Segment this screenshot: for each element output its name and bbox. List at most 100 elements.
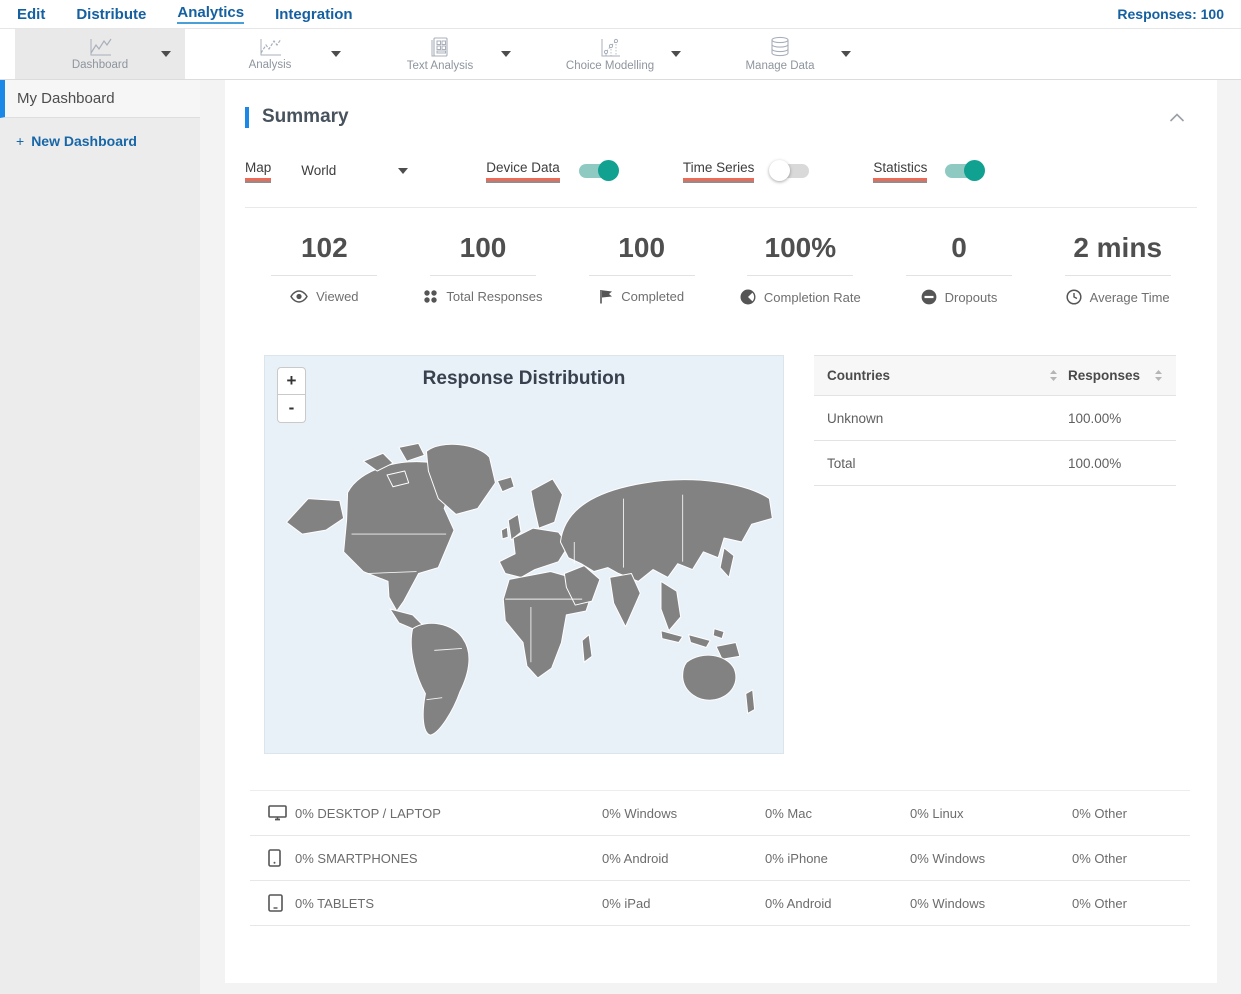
table-row: Total 100.00% [814,441,1176,486]
toolbar-choice-modelling[interactable]: Choice Modelling [525,29,695,79]
stats-row: 102 Viewed 100 Total Responses 100 Compl… [245,232,1197,305]
device-stat: 0% Windows [910,850,986,866]
device-label: 0% SMARTPHONES [295,850,418,866]
dashboard-sidebar: My Dashboard + New Dashboard [0,80,200,994]
response-distribution-map[interactable]: Response Distribution + - [264,355,784,754]
toolbar-analysis[interactable]: Analysis [185,29,355,79]
map-region-select[interactable]: World [301,163,336,178]
chevron-down-icon[interactable] [161,51,171,57]
toolbar-text-analysis-label: Text Analysis [406,60,474,72]
toolbar-analysis-label: Analysis [248,59,292,71]
minus-circle-icon [921,289,937,305]
device-stat: 0% Mac [765,805,812,821]
scatter-chart-icon [601,38,620,56]
stat-dropouts: 0 Dropouts [880,232,1039,305]
sidebar-item-my-dashboard[interactable]: My Dashboard [0,80,200,118]
nav-integration[interactable]: Integration [275,6,353,23]
analytics-toolbar: Dashboard Analysis Text Analysis Choice … [0,29,1241,80]
toolbar-manage-data-label: Manage Data [745,60,815,72]
country-responses: 100.00% [1068,410,1122,426]
countries-table-header: Countries Responses [814,355,1176,396]
countries-table: Countries Responses Unknown 100.00% Tota… [814,355,1176,754]
summary-card: Summary Map World Device Data Time Serie… [225,80,1217,983]
device-stat: 0% Linux [910,805,964,821]
countries-header-label[interactable]: Countries [827,368,890,383]
clock-icon [1066,289,1082,305]
line-chart-icon [90,38,112,56]
stat-value: 100 [618,232,666,263]
summary-controls: Map World Device Data Time Series Statis… [245,160,1197,208]
device-data-toggle[interactable] [578,160,619,181]
stat-label: Average Time [1089,289,1170,305]
stat-value: 0 [951,232,967,263]
device-stat: 0% Other [1072,850,1127,866]
world-map[interactable] [265,404,783,744]
chevron-down-icon[interactable] [841,51,851,57]
toolbar-choice-modelling-label: Choice Modelling [565,59,655,72]
my-dashboard-label: My Dashboard [17,90,115,107]
sort-icon[interactable] [1049,369,1058,382]
device-stat: 0% Android [602,850,669,866]
half-circle-icon [740,289,756,305]
toggle-knob [597,160,619,181]
table-row-desktop: 0% DESKTOP / LAPTOP 0% Windows 0% Mac 0%… [250,791,1190,836]
country-name: Total [827,455,856,471]
main-area: Summary Map World Device Data Time Serie… [200,80,1241,994]
map-title: Response Distribution [422,368,626,389]
stat-label: Dropouts [944,289,998,305]
stat-total-responses: 100 Total Responses [404,232,563,305]
stat-value: 2 mins [1073,232,1163,263]
country-name: Unknown [827,410,884,426]
stat-completed: 100 Completed [562,232,721,305]
toggle-knob [964,160,986,181]
statistics-toggle[interactable] [945,160,986,181]
stat-value: 100% [764,232,837,263]
dots-grid-icon [424,290,438,303]
accent-bar [245,106,249,128]
device-data-table: 0% DESKTOP / LAPTOP 0% Windows 0% Mac 0%… [250,790,1190,926]
stat-label: Viewed [316,289,359,304]
stat-average-time: 2 mins Average Time [1038,232,1197,305]
chevron-down-icon[interactable] [398,167,409,174]
flag-icon [600,290,613,304]
tablet-icon [268,894,283,912]
device-stat: 0% Windows [910,895,986,911]
stat-completion-rate: 100% Completion Rate [721,232,880,305]
table-row: Unknown 100.00% [814,396,1176,441]
toolbar-manage-data[interactable]: Manage Data [695,29,865,79]
time-series-toggle[interactable] [769,160,810,181]
new-dashboard-label: New Dashboard [31,133,137,149]
plus-icon: + [16,133,25,149]
desktop-icon [268,805,287,821]
toolbar-dashboard[interactable]: Dashboard [15,29,185,79]
stat-label: Completed [621,289,685,304]
chevron-up-icon[interactable] [1169,112,1185,122]
document-grid-icon [431,37,448,57]
toolbar-text-analysis[interactable]: Text Analysis [355,29,525,79]
device-stat: 0% Windows [602,805,678,821]
responses-count: Responses: 100 [1117,6,1224,22]
time-series-label: Time Series [682,160,755,181]
new-dashboard-button[interactable]: + New Dashboard [0,118,200,164]
nav-analytics[interactable]: Analytics [177,4,245,24]
sort-icon[interactable] [1154,369,1163,382]
device-stat: 0% iPhone [765,850,828,866]
toggle-knob [769,160,791,181]
zoom-in-button[interactable]: + [277,367,306,395]
database-icon [771,36,789,57]
top-nav: Edit Distribute Analytics Integration Re… [0,0,1241,29]
page-title: Summary [262,106,349,127]
chevron-down-icon[interactable] [671,51,681,57]
chevron-down-icon[interactable] [501,51,511,57]
app-window: Edit Distribute Analytics Integration Re… [0,0,1241,994]
toolbar-dashboard-label: Dashboard [71,59,129,71]
chevron-down-icon[interactable] [331,51,341,57]
nav-edit[interactable]: Edit [17,6,45,23]
responses-header-label[interactable]: Responses [1068,368,1140,383]
stat-value: 102 [300,232,348,263]
device-stat: 0% Other [1072,805,1127,821]
stat-value: 100 [459,232,507,263]
stat-label: Total Responses [446,289,543,304]
nav-distribute[interactable]: Distribute [76,6,146,23]
map-control-label: Map [245,160,272,181]
